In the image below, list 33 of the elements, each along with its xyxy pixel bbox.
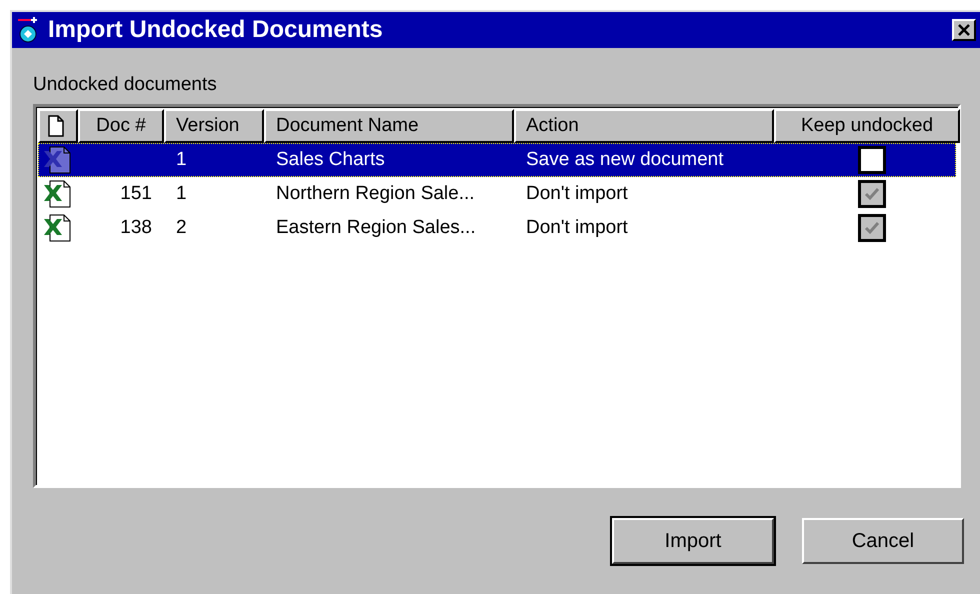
- table-cell-text: 1: [175, 149, 188, 171]
- spreadsheet-icon: [42, 146, 72, 174]
- list-label: Undocked documents: [33, 74, 218, 96]
- table-cell-text: Eastern Region Sales...: [275, 217, 477, 239]
- dialog-button[interactable]: Cancel: [802, 518, 964, 564]
- table-cell-text: Don't import: [525, 217, 629, 239]
- column-header[interactable]: Keep undocked: [774, 109, 960, 143]
- close-button[interactable]: [952, 19, 976, 41]
- table-cell-text: Don't import: [525, 183, 629, 205]
- document-row[interactable]: 138 2 Eastern Region Sales... Don't import: [38, 211, 956, 245]
- table-cell-text: Northern Region Sale...: [275, 183, 476, 205]
- column-header[interactable]: Document Name: [264, 109, 514, 143]
- window-title: Import Undocked Documents: [48, 16, 384, 44]
- checkbox[interactable]: [858, 146, 886, 174]
- table-cell-text: Sales Charts: [275, 149, 386, 171]
- table-cell-text: 138: [119, 217, 153, 239]
- table-cell-text: 1: [175, 183, 188, 205]
- column-header[interactable]: Version: [164, 109, 264, 143]
- spreadsheet-icon: [42, 214, 72, 242]
- column-header[interactable]: Action: [514, 109, 774, 143]
- spreadsheet-icon: [42, 180, 72, 208]
- checkmark-icon: [864, 187, 880, 201]
- close-icon: [957, 24, 971, 36]
- dialog-button[interactable]: Import: [612, 518, 774, 564]
- table-cell-text: Save as new document: [525, 149, 725, 171]
- table-cell-text: 151: [119, 183, 153, 205]
- icon-column-header[interactable]: [38, 109, 78, 143]
- table-cell-text: 2: [175, 217, 188, 239]
- document-row[interactable]: 151 1 Northern Region Sale... Don't import: [38, 177, 956, 211]
- checkmark-icon: [864, 221, 880, 235]
- column-header[interactable]: Doc #: [78, 109, 164, 143]
- document-icon: [48, 115, 64, 137]
- document-row[interactable]: 1 Sales Charts Save as new document: [38, 143, 956, 177]
